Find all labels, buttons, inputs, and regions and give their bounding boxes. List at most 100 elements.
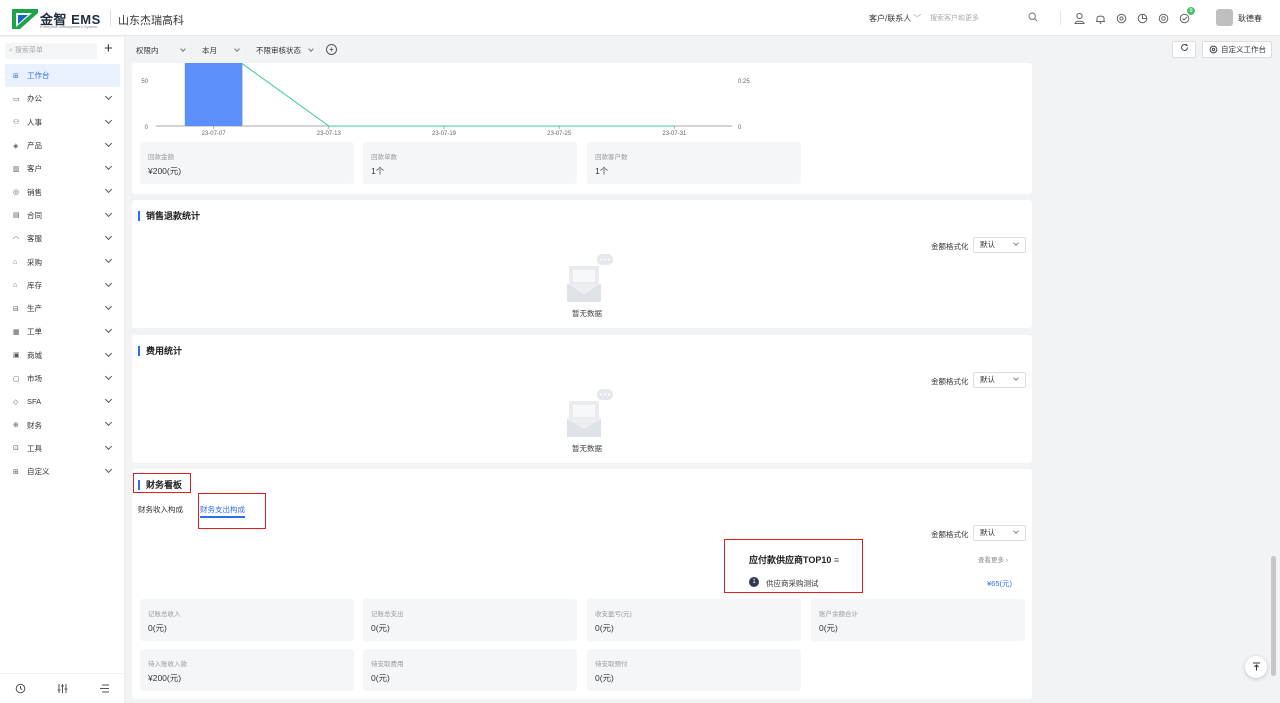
chevron-down-icon — [104, 209, 113, 217]
logo-icon[interactable] — [12, 9, 38, 29]
filter-icon[interactable] — [57, 683, 68, 694]
menu-search-input[interactable]: ⌕ 搜索菜单 — [5, 43, 97, 59]
market-icon: ▢ — [13, 375, 20, 383]
sidebar-item-label: 人事 — [27, 117, 42, 127]
stat-payment-customers: 回款客户数 1个 — [587, 142, 801, 184]
refresh-button[interactable] — [1172, 41, 1196, 58]
sales-refund-card: 销售退款统计 金额格式化 默认 暂无数据 — [132, 200, 1032, 328]
sidebar-item-label: 产品 — [27, 141, 42, 151]
x-tick-label: 23-07-25 — [547, 131, 572, 137]
chevron-down-icon — [104, 326, 113, 334]
sidebar-item-9[interactable]: ⌂ 库存 — [0, 274, 125, 297]
chevron-down-icon — [104, 302, 113, 311]
sidebar-item-2[interactable]: ⚇ 人事 — [0, 111, 125, 134]
sidebar-menu: ⊞ 工作台 ▭ 办公 ⚇ 人事 ◈ 产品 ▥ 客户 ◎ 销售 ▤ 合同 ◠ 客服 ⌂ 采购 ⌂ 库存 ⊟ 生产 ▦ 工单 ▣ 商城… — [0, 64, 125, 483]
stat-item: 待入账收入款 ¥200(元) — [140, 649, 354, 691]
notification-button[interactable]: 9 — [1177, 7, 1195, 26]
y-left-tick-label: 0 — [145, 125, 149, 131]
payment-stats-card: 50 0 0.25 0 23-07-07 23-07-13 23-07-19 23-07-25… — [132, 63, 1032, 194]
amount-format-select[interactable]: 默认 — [973, 372, 1026, 388]
custom-workspace-label: 自定义工作台 — [1221, 45, 1266, 54]
chevron-down-icon — [104, 93, 113, 101]
chevron-right-icon: › — [1005, 557, 1008, 564]
view-more-link[interactable]: 查看更多 › — [978, 554, 1008, 564]
contacts-icon[interactable] — [1072, 11, 1087, 26]
audit-status-select[interactable]: 不限审核状态 — [252, 43, 320, 58]
sidebar-item-11[interactable]: ▦ 工单 — [0, 320, 125, 343]
payment-chart: 50 0 0.25 0 23-07-07 23-07-13 23-07-19 23-07-25… — [141, 63, 750, 137]
period-select[interactable]: 本月 — [198, 43, 246, 58]
username[interactable]: 耿德春 — [1238, 13, 1262, 24]
back-to-top-button[interactable] — [1245, 656, 1267, 678]
filter-bar: 权限内 本月 不限审核状态 + 自定义工作台 — [126, 37, 1280, 63]
amount-format-select[interactable]: 默认 — [973, 237, 1026, 253]
sidebar-item-label: 工单 — [27, 327, 42, 337]
finance-board-card: 财务看板 财务收入构成 财务支出构成 金额格式化 默认 应付款供应商TOP10 … — [132, 469, 1032, 699]
amount-format-label: 金额格式化 — [931, 530, 969, 539]
empty-inbox-icon — [567, 389, 613, 437]
add-menu-button[interactable]: + — [104, 41, 113, 57]
stat-item: 待支取费用 0(元) — [363, 649, 577, 691]
settings-icon[interactable] — [1114, 11, 1129, 26]
bell-icon[interactable] — [1093, 11, 1108, 26]
arrow-up-icon — [1252, 662, 1260, 671]
chevron-down-icon: ﹀ — [913, 14, 922, 23]
sidebar-item-label: 采购 — [27, 257, 42, 267]
y-left-tick-label: 50 — [141, 79, 148, 85]
sidebar-item-label: 客户 — [27, 164, 42, 174]
history-icon[interactable] — [15, 683, 26, 694]
search-icon[interactable] — [1028, 12, 1038, 22]
card-title: 费用统计 — [138, 346, 182, 356]
sidebar-item-label: 办公 — [27, 94, 42, 104]
chevron-down-icon — [104, 186, 113, 194]
pie-chart-icon[interactable] — [1135, 11, 1150, 26]
sidebar-item-label: 商城 — [27, 350, 42, 360]
sidebar-item-6[interactable]: ▤ 合同 — [0, 204, 125, 227]
top-icon-group: 9 — [1072, 7, 1195, 26]
stat-payment-count: 回款单数 1个 — [363, 142, 577, 184]
scope-select[interactable]: 权限内 — [132, 43, 192, 58]
sidebar-item-7[interactable]: ◠ 客服 — [0, 227, 125, 250]
ticket-icon: ▦ — [13, 328, 20, 336]
add-filter-button[interactable]: + — [326, 44, 337, 55]
sidebar-item-10[interactable]: ⊟ 生产 — [0, 297, 125, 320]
x-tick-label: 23-07-31 — [662, 131, 687, 137]
collapse-menu-icon[interactable] — [99, 683, 110, 694]
apps-icon: ⊞ — [13, 468, 19, 476]
search-type-select[interactable]: 客户/联系人 ﹀ — [869, 13, 921, 24]
sidebar-item-13[interactable]: ▢ 市场 — [0, 367, 125, 390]
sidebar-item-14[interactable]: ◇ SFA — [0, 390, 125, 413]
refresh-icon — [1180, 43, 1188, 51]
sidebar-item-5[interactable]: ◎ 销售 — [0, 180, 125, 203]
custom-workspace-button[interactable]: 自定义工作台 — [1202, 41, 1272, 58]
avatar[interactable] — [1216, 9, 1233, 26]
stat-label: 待支取费用 — [371, 661, 404, 668]
audit-status-value: 不限审核状态 — [256, 46, 301, 55]
stat-item: 待支取预付 0(元) — [587, 649, 801, 691]
sidebar-item-12[interactable]: ▣ 商城 — [0, 344, 125, 367]
sidebar-item-1[interactable]: ▭ 办公 — [0, 87, 125, 110]
basket-icon: ⌂ — [13, 258, 18, 266]
expense-stats-card: 费用统计 金额格式化 默认 暂无数据 — [132, 335, 1032, 463]
sidebar-item-8[interactable]: ⌂ 采购 — [0, 250, 125, 273]
sidebar-item-16[interactable]: ⊡ 工具 — [0, 437, 125, 460]
sidebar-item-15[interactable]: ⊕ 财务 — [0, 413, 125, 436]
amount-format-select[interactable]: 默认 — [973, 525, 1026, 541]
sidebar-item-17[interactable]: ⊞ 自定义 — [0, 460, 125, 483]
sidebar-item-label: 合同 — [27, 210, 42, 220]
stat-label: 待入账收入款 — [148, 661, 187, 668]
tab-income[interactable]: 财务收入构成 — [138, 504, 183, 515]
empty-text: 暂无数据 — [572, 444, 602, 453]
y-right-tick-label: 0.25 — [738, 79, 750, 85]
page-scrollbar[interactable] — [1271, 556, 1276, 676]
support-icon[interactable] — [1156, 11, 1171, 26]
chevron-down-icon — [1013, 240, 1019, 246]
sidebar-item-0[interactable]: ⊞ 工作台 — [5, 64, 120, 88]
sidebar-item-label: 工作台 — [27, 71, 50, 81]
sidebar-item-3[interactable]: ◈ 产品 — [0, 134, 125, 157]
sidebar-item-label: 客服 — [27, 234, 42, 244]
sidebar-item-4[interactable]: ▥ 客户 — [0, 157, 125, 180]
chevron-down-icon — [104, 372, 113, 380]
global-search-input[interactable]: 搜索客户和更多 — [930, 13, 1030, 23]
sidebar-item-label: 销售 — [27, 187, 42, 197]
